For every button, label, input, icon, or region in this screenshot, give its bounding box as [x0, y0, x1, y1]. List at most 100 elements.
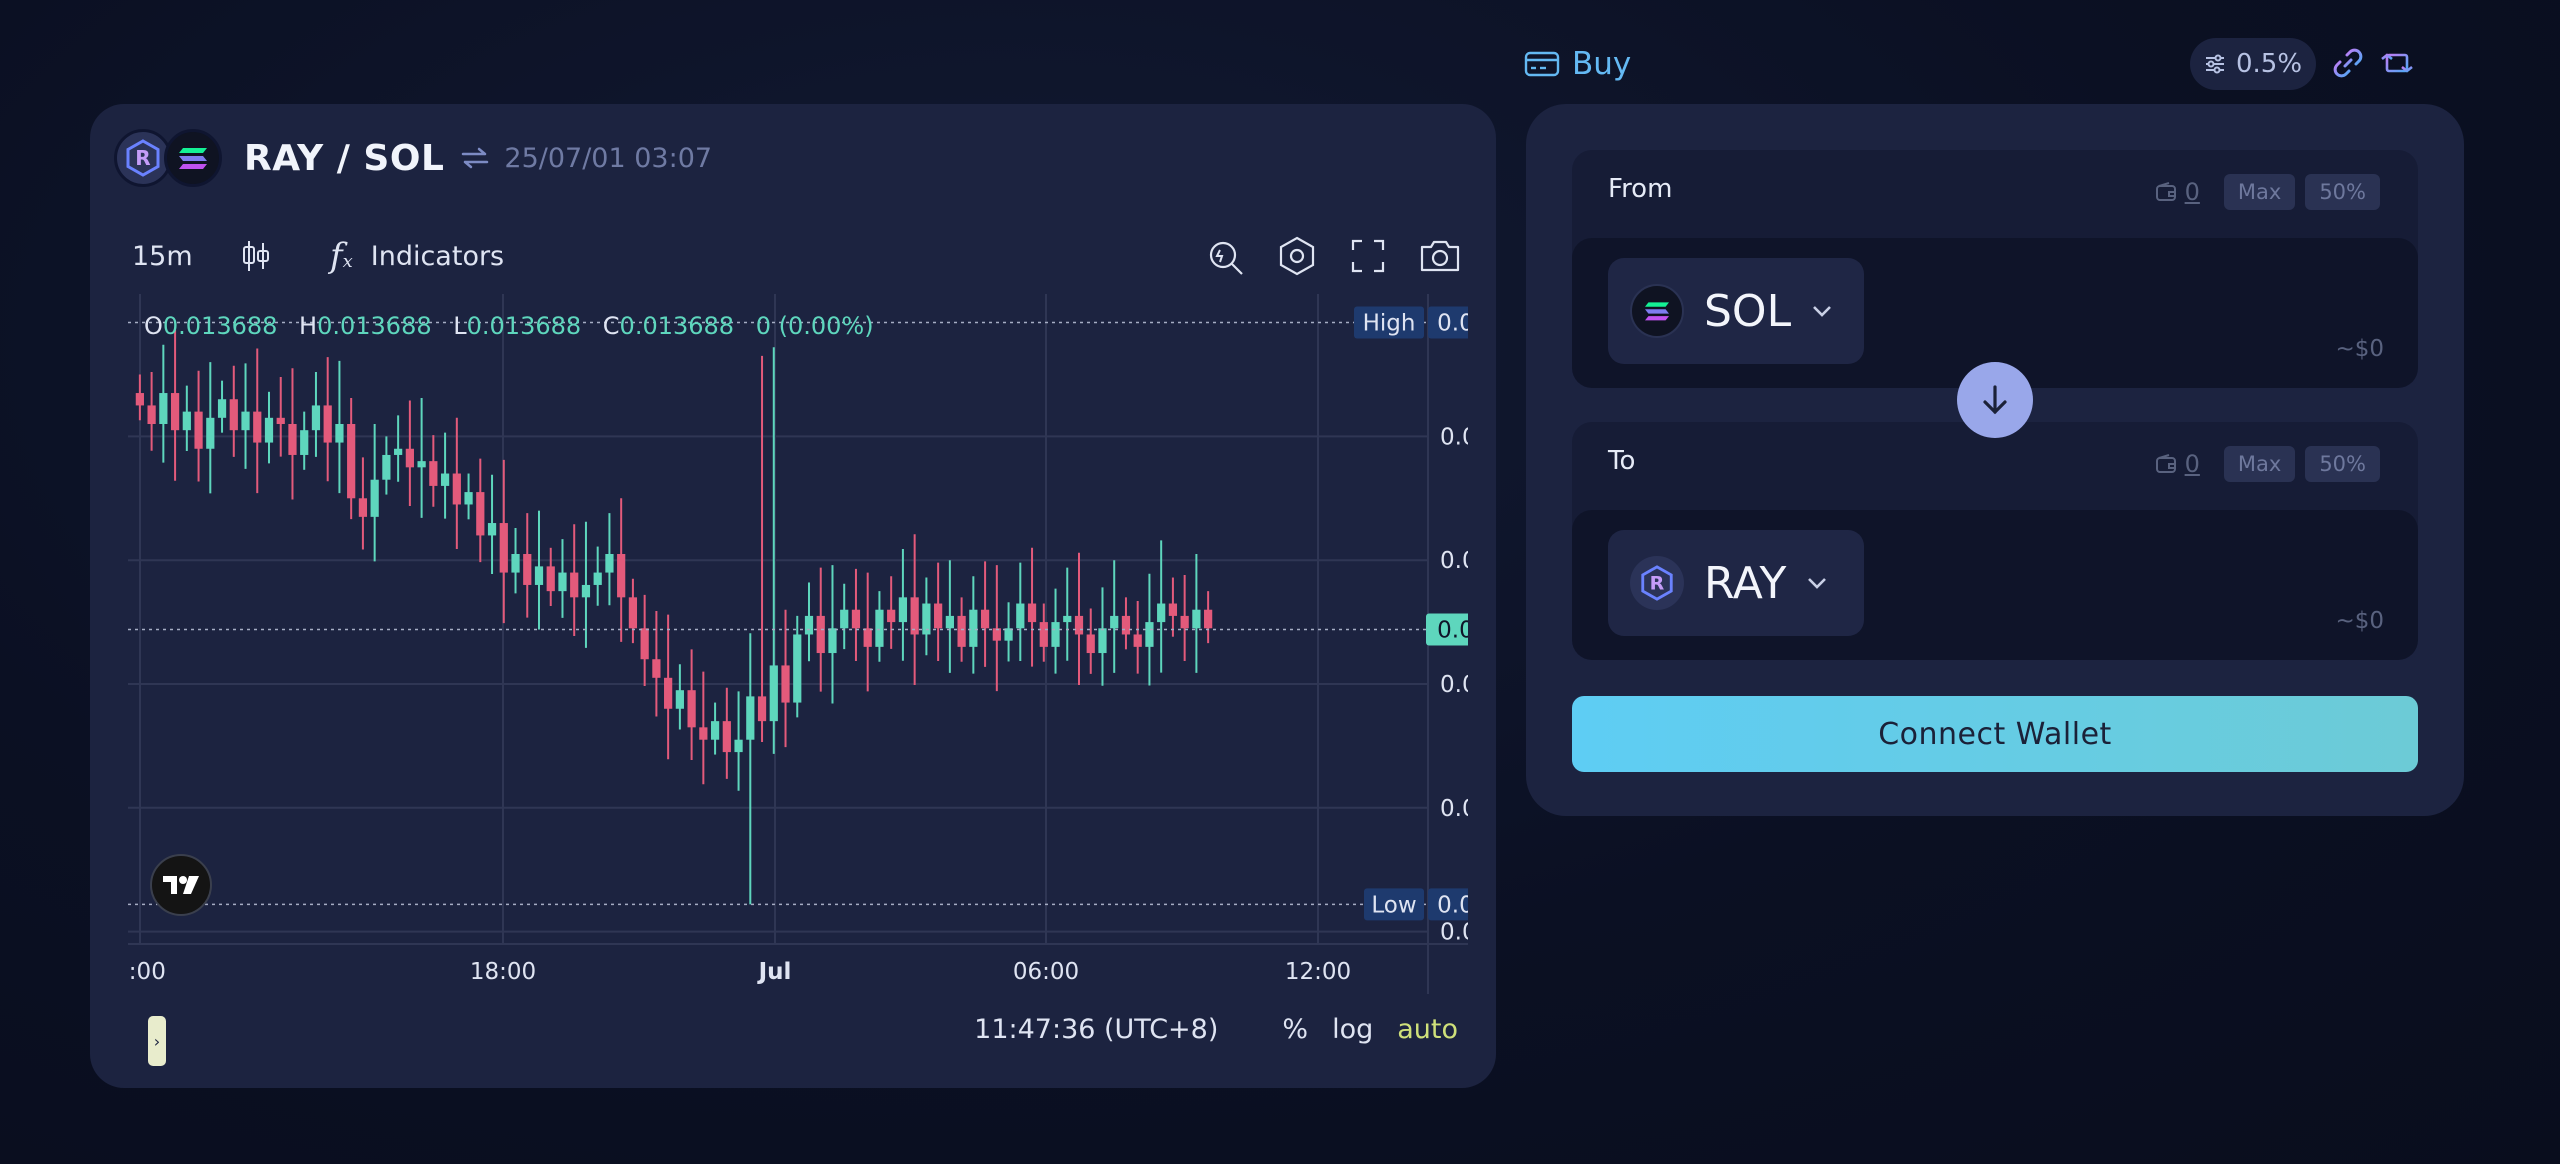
swap-pair-icon[interactable] — [460, 146, 490, 170]
to-half-button[interactable]: 50% — [2305, 446, 2380, 482]
high-marker-value: 0.014184 — [1437, 310, 1468, 336]
buy-link[interactable]: Buy — [1524, 40, 1631, 88]
chart-footer: 11:47:36 (UTC+8) % log auto — [974, 1004, 1458, 1054]
link-icon[interactable] — [2327, 42, 2369, 84]
candle-body — [664, 677, 673, 709]
candle-body — [734, 739, 743, 753]
from-panel: From 0 Max 50% SOL ~$0 — [1572, 150, 2418, 388]
candle-body — [863, 628, 872, 647]
from-token-select[interactable]: SOL — [1608, 258, 1864, 364]
high-value: 0.013688 — [317, 312, 432, 340]
candle-body — [1051, 622, 1060, 647]
candle-body — [1145, 622, 1154, 647]
candle-body — [1121, 615, 1131, 635]
candle-body — [887, 609, 896, 623]
low-marker-label: Low — [1371, 892, 1416, 918]
y-tick-label: 0.0132 — [1440, 920, 1468, 946]
screenshot-camera-icon[interactable] — [1418, 224, 1462, 288]
sol-token-icon — [164, 129, 222, 187]
indicators-label: Indicators — [370, 240, 505, 272]
pair-timestamp: 25/07/01 03:07 — [504, 142, 713, 174]
x-tick-label: 06:00 — [1013, 959, 1079, 985]
settings-icon[interactable] — [1276, 224, 1318, 288]
candle-body — [335, 424, 344, 443]
candle-body — [288, 424, 297, 455]
y-tick-label: 0.0136 — [1440, 672, 1468, 698]
ray-token-icon: R — [1630, 556, 1684, 610]
candle-body — [617, 554, 626, 598]
svg-text:R: R — [135, 146, 150, 170]
to-max-button[interactable]: Max — [2223, 446, 2296, 482]
close-value: 0.013688 — [619, 312, 735, 340]
candle-body — [1204, 609, 1213, 629]
to-amount-input[interactable] — [1964, 530, 2384, 600]
percent-toggle[interactable]: % — [1282, 1014, 1308, 1045]
refresh-swap-icon[interactable] — [2376, 42, 2418, 84]
candle-body — [816, 615, 825, 654]
candle-body — [1039, 622, 1048, 647]
log-toggle[interactable]: log — [1332, 1014, 1373, 1045]
connect-wallet-button[interactable]: Connect Wallet — [1572, 696, 2418, 772]
swap-direction-button[interactable] — [1957, 362, 2033, 438]
candle-body — [523, 554, 532, 585]
chart-toggle-icon[interactable] — [2426, 42, 2468, 84]
candle-body — [570, 572, 579, 598]
high-marker-label: High — [1363, 310, 1416, 336]
indicators-button[interactable]: fx Indicators — [330, 224, 504, 288]
candle-body — [945, 615, 954, 629]
candle-body — [722, 721, 731, 753]
from-max-button[interactable]: Max — [2223, 174, 2296, 210]
from-balance-amount[interactable]: 0 — [2185, 178, 2200, 206]
candle-body — [382, 454, 391, 480]
chart-clock: 11:47:36 (UTC+8) — [974, 1013, 1219, 1045]
candle-body — [358, 498, 368, 517]
x-tick-label: 12:00 — [1285, 959, 1351, 985]
open-value: 0.013688 — [162, 312, 278, 340]
candle-body — [558, 572, 567, 592]
candle-body — [793, 634, 802, 703]
candle-body — [499, 523, 508, 573]
candle-body — [840, 609, 849, 629]
fullscreen-icon[interactable] — [1350, 224, 1386, 288]
candle-body — [370, 479, 379, 517]
to-token-select[interactable]: R RAY — [1608, 530, 1864, 636]
price-chart[interactable]: High 0.014184 Low 0.013244 0.013688 0.014 0.0… — [128, 294, 1468, 1066]
candle-body — [487, 523, 497, 536]
interval-selector[interactable]: 15m — [132, 224, 193, 288]
x-tick-label: 18:00 — [470, 959, 536, 985]
auto-toggle[interactable]: auto — [1397, 1014, 1458, 1045]
candle-body — [605, 554, 614, 573]
candle-body — [476, 492, 485, 536]
candle-body — [511, 554, 520, 573]
candle-body — [875, 609, 884, 647]
low-marker-value: 0.013244 — [1437, 892, 1468, 918]
low-value: 0.013688 — [466, 312, 582, 340]
alert-icon[interactable] — [1206, 224, 1246, 288]
candle-body — [464, 492, 473, 505]
chart-toolbar: 15m fx Indicators — [90, 224, 1496, 288]
from-usd-value: ~$0 — [2335, 336, 2384, 362]
candle-body — [206, 417, 215, 449]
ohlc-legend: O0.013688 H0.013688 L0.013688 C0.013688 … — [144, 312, 874, 340]
pair-header: R RAY / SOL 25/07/01 03:07 — [114, 126, 712, 190]
candle-body — [1192, 609, 1201, 629]
tradingview-logo-icon[interactable] — [150, 854, 212, 916]
from-amount-input[interactable] — [1964, 258, 2384, 328]
close-label: C — [602, 312, 620, 340]
candle-body — [1133, 634, 1142, 647]
to-balance-amount[interactable]: 0 — [2185, 450, 2200, 478]
candle-body — [652, 659, 661, 678]
candle-body — [746, 696, 755, 740]
slippage-setting[interactable]: 0.5% — [2190, 38, 2316, 90]
candle-style-icon[interactable] — [240, 224, 272, 288]
from-half-button[interactable]: 50% — [2305, 174, 2380, 210]
candle-body — [147, 405, 156, 424]
from-label: From — [1608, 174, 1673, 204]
x-tick-label: 2:00 — [128, 959, 166, 985]
side-panel-toggle[interactable]: › — [148, 1016, 166, 1066]
candle-body — [276, 417, 285, 424]
candle-body — [546, 566, 555, 592]
candle-body — [593, 572, 602, 585]
candle-body — [828, 628, 837, 654]
card-icon — [1524, 51, 1560, 77]
